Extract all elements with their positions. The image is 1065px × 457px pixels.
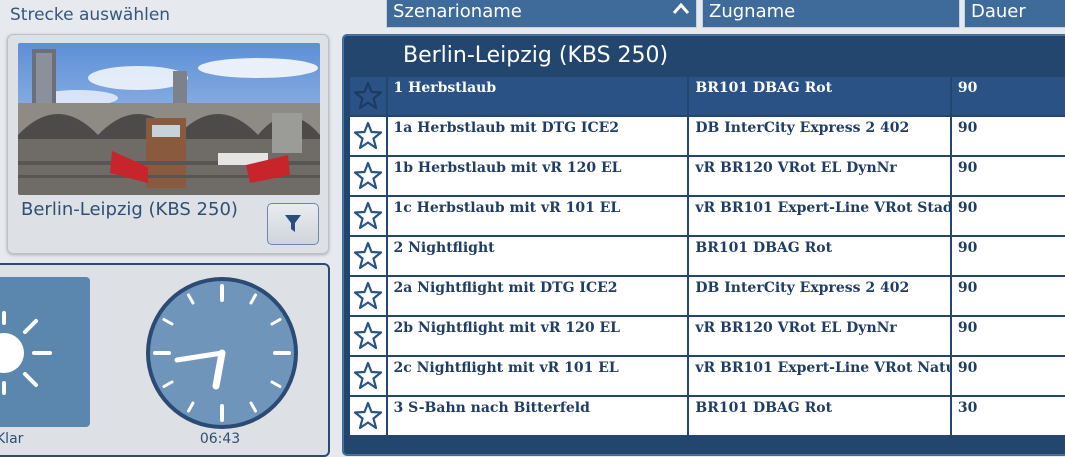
table-row[interactable]: 1a Herbstlaub mit DTG ICE2 DB InterCity E…: [350, 117, 1065, 157]
train-name-cell: BR101 DBAG Rot: [689, 397, 952, 435]
scenario-name-cell: 2a Nightflight mit DTG ICE2: [387, 277, 690, 315]
sun-icon: [0, 311, 52, 395]
table-row[interactable]: 2a Nightflight mit DTG ICE2 DB InterCity …: [350, 277, 1065, 317]
favorite-star-button[interactable]: [350, 317, 388, 355]
duration-cell: 90: [951, 237, 1065, 275]
duration-cell: 90: [951, 317, 1065, 355]
star-icon: [353, 201, 382, 230]
clock-icon[interactable]: [145, 276, 299, 430]
favorite-star-button[interactable]: [350, 117, 388, 155]
route-name: Berlin-Leipzig (KBS 250): [21, 199, 238, 220]
train-name-cell: vR BR120 VRot EL DynNr: [689, 317, 952, 355]
scenario-rows: 1 Herbstlaub BR101 DBAG Rot 90 1a Herbstlau…: [350, 77, 1065, 437]
route-section-label: Strecke auswählen: [10, 5, 171, 25]
column-header-scenario[interactable]: Szenarioname: [386, 0, 697, 28]
favorite-star-button[interactable]: [350, 357, 388, 395]
duration-cell: 90: [951, 277, 1065, 315]
scenario-name-cell: 1b Herbstlaub mit vR 120 EL: [387, 157, 690, 195]
scenario-name-cell: 1 Herbstlaub: [387, 77, 690, 115]
filter-button[interactable]: [267, 203, 319, 245]
favorite-star-button[interactable]: [350, 197, 388, 235]
column-header-train[interactable]: Zugname: [702, 0, 960, 28]
table-row[interactable]: 2b Nightflight mit vR 120 EL vR BR120 VRo…: [350, 317, 1065, 357]
train-name-cell: vR BR101 Expert-Line VRot Stadtwerbung: [689, 197, 952, 235]
duration-cell: 90: [951, 117, 1065, 155]
duration-cell: 90: [951, 77, 1065, 115]
sort-ascending-icon: [672, 2, 690, 14]
route-group-title: Berlin-Leipzig (KBS 250): [403, 43, 669, 68]
train-name-cell: vR BR101 Expert-Line VRot Natur: [689, 357, 952, 395]
scenario-name-cell: 2b Nightflight mit vR 120 EL: [387, 317, 690, 355]
favorite-star-button[interactable]: [350, 237, 388, 275]
clock-time: 06:43: [199, 431, 241, 447]
train-name-cell: BR101 DBAG Rot: [689, 237, 952, 275]
favorite-star-button[interactable]: [350, 157, 388, 195]
train-name-cell: BR101 DBAG Rot: [689, 77, 952, 115]
favorite-star-button[interactable]: [350, 397, 388, 435]
duration-cell: 90: [951, 157, 1065, 195]
weather-button[interactable]: [0, 277, 90, 427]
table-row[interactable]: 1c Herbstlaub mit vR 101 EL vR BR101 Expe…: [350, 197, 1065, 237]
star-icon: [353, 281, 382, 310]
table-row[interactable]: 3 S-Bahn nach Bitterfeld BR101 DBAG Rot 30: [350, 397, 1065, 437]
scenario-name-cell: 1a Herbstlaub mit DTG ICE2: [387, 117, 690, 155]
scenario-name-cell: 2 Nightflight: [387, 237, 690, 275]
star-icon: [353, 321, 382, 350]
favorite-star-button[interactable]: [350, 77, 388, 115]
star-icon: [353, 241, 382, 270]
route-preview-image: [18, 43, 320, 195]
conditions-panel: Klar 06:43: [0, 263, 330, 457]
star-icon: [353, 161, 382, 190]
scenario-list-panel: Berlin-Leipzig (KBS 250) 1 Herbstlaub BR1…: [342, 34, 1065, 456]
filter-icon: [285, 215, 301, 232]
duration-cell: 30: [951, 397, 1065, 435]
star-icon: [353, 361, 382, 390]
duration-cell: 90: [951, 197, 1065, 235]
column-header-duration-label: Dauer: [971, 1, 1026, 22]
favorite-star-button[interactable]: [350, 277, 388, 315]
star-icon: [353, 401, 382, 430]
scenario-name-cell: 1c Herbstlaub mit vR 101 EL: [387, 197, 690, 235]
table-row[interactable]: 2 Nightflight BR101 DBAG Rot 90: [350, 237, 1065, 277]
duration-cell: 90: [951, 357, 1065, 395]
weather-label: Klar: [0, 431, 24, 447]
table-row[interactable]: 1 Herbstlaub BR101 DBAG Rot 90: [350, 77, 1065, 117]
column-header-duration[interactable]: Dauer: [964, 0, 1065, 28]
route-card[interactable]: Berlin-Leipzig (KBS 250): [7, 34, 329, 254]
star-icon: [353, 121, 382, 150]
star-icon: [353, 81, 382, 110]
train-name-cell: DB InterCity Express 2 402: [689, 277, 952, 315]
train-name-cell: DB InterCity Express 2 402: [689, 117, 952, 155]
train-name-cell: vR BR120 VRot EL DynNr: [689, 157, 952, 195]
scenario-name-cell: 2c Nightflight mit vR 101 EL: [387, 357, 690, 395]
column-header-train-label: Zugname: [709, 1, 796, 22]
table-row[interactable]: 1b Herbstlaub mit vR 120 EL vR BR120 VRot…: [350, 157, 1065, 197]
column-header-scenario-label: Szenarioname: [393, 1, 522, 22]
scenario-name-cell: 3 S-Bahn nach Bitterfeld: [387, 397, 690, 435]
table-row[interactable]: 2c Nightflight mit vR 101 EL vR BR101 Exp…: [350, 357, 1065, 397]
